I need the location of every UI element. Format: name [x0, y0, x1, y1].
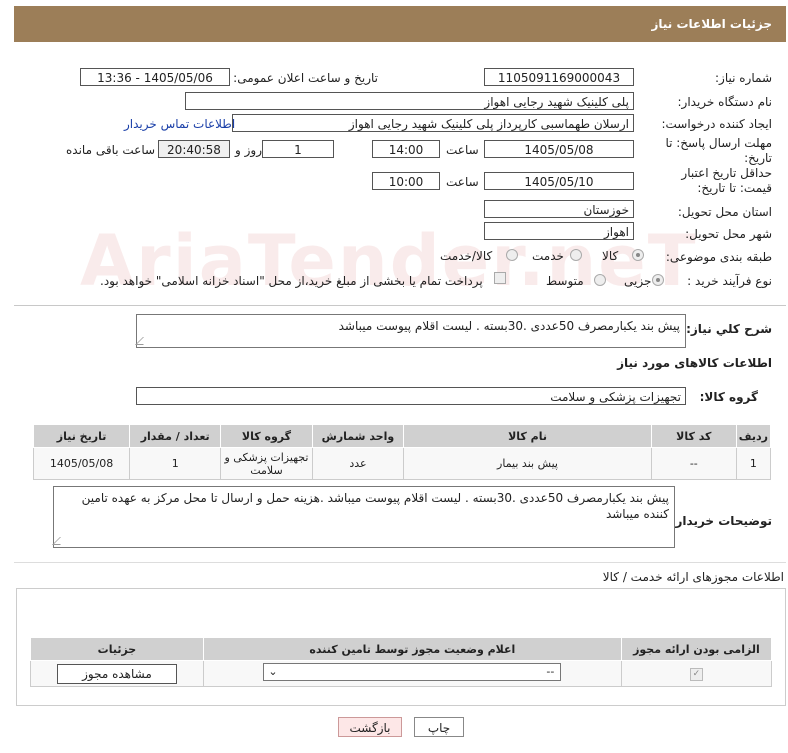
category-service-label: خدمت — [532, 249, 564, 263]
items-table: ردیف کد کالا نام کالا واحد شمارش گروه کا… — [32, 424, 772, 480]
reply-time-label: ساعت — [446, 143, 479, 157]
goods-info-title: اطلاعات کالاهای مورد نیاز — [617, 356, 772, 370]
permit-details-cell: مشاهده مجوز — [30, 660, 204, 687]
buyer-org-label: نام دستگاه خریدار: — [677, 95, 773, 109]
summary-text: پیش بند یکبارمصرف 50عددی .30بسته . لیست … — [338, 319, 680, 333]
permits-table: الزامی بودن ارائه مجوز اعلام وضعیت مجوز … — [30, 637, 773, 687]
reply-deadline-label: مهلت ارسال پاسخ: تا تاریخ: — [665, 136, 772, 165]
permit-status-select[interactable]: ⌄ -- — [263, 663, 562, 681]
category-goods-label: کالا — [602, 249, 619, 263]
validity-time-label: ساعت — [446, 175, 479, 189]
process-minor-label: جزیی — [624, 274, 652, 288]
reply-time-field: 14:00 — [372, 140, 440, 158]
process-medium-label: متوسط — [546, 274, 584, 288]
goods-group-label: گروه کالا: — [699, 390, 758, 404]
cell-code: -- — [650, 447, 737, 480]
city-label: شهر محل تحویل: — [685, 227, 772, 241]
validity-label: حداقل تاریخ اعتبار قیمت: تا تاریخ: — [681, 166, 772, 195]
resize-handle[interactable] — [135, 337, 151, 345]
summary-label: شرح کلي نياز: — [686, 322, 772, 336]
remaining-label: ساعت باقی مانده — [66, 143, 156, 157]
cell-row: 1 — [735, 447, 772, 480]
col-unit: واحد شمارش — [311, 424, 405, 448]
page-header: جزئیات اطلاعات نیاز — [14, 6, 786, 42]
process-minor-radio[interactable] — [652, 274, 664, 286]
col-qty: تعداد / مقدار — [129, 424, 222, 448]
treasury-payment-label: پرداخت تمام یا بخشی از مبلغ خرید،از محل … — [100, 274, 483, 288]
announce-datetime-field: 1405/05/06 - 13:36 — [80, 68, 230, 86]
buyer-notes-textarea: پیش بند یکبارمصرف 50عددی .30بسته . لیست … — [52, 486, 675, 548]
cell-unit: عدد — [311, 447, 405, 480]
col-date: تاریخ نیاز — [32, 424, 131, 448]
validity-time-field: 10:00 — [372, 172, 440, 190]
cell-name: پیش بند بیمار — [403, 447, 652, 480]
cell-date: 1405/05/08 — [32, 447, 131, 480]
buyer-org-field: پلی کلینیک شهید رجایی اهواز — [185, 92, 634, 110]
province-field: خوزستان — [484, 200, 634, 218]
view-permit-button[interactable]: مشاهده مجوز — [56, 663, 177, 684]
table-row: ✓ ⌄ -- مشاهده مجوز — [30, 660, 773, 687]
permit-status-value: -- — [546, 665, 555, 678]
table-row: 1 -- پیش بند بیمار عدد تجهیزات پزشکی و س… — [32, 447, 772, 480]
back-button[interactable]: بازگشت — [338, 717, 402, 737]
category-goods-service-radio[interactable] — [506, 249, 518, 261]
resize-handle[interactable] — [52, 537, 68, 545]
chevron-down-icon: ⌄ — [268, 665, 278, 678]
goods-group-field: تجهیزات پزشکی و سلامت — [136, 387, 686, 405]
treasury-payment-checkbox[interactable] — [494, 272, 506, 284]
col-permit-required: الزامی بودن ارائه مجوز — [620, 637, 773, 661]
col-group: گروه کالا — [220, 424, 313, 448]
col-permit-status: اعلام وضعیت مجوز توسط تامین کننده — [202, 637, 622, 661]
process-label: نوع فرآیند خرید : — [687, 274, 772, 288]
days-label: روز و — [235, 143, 262, 157]
need-number-field: 1105091169000043 — [484, 68, 634, 86]
need-number-label: شماره نیاز: — [715, 71, 772, 85]
print-button[interactable]: چاپ — [414, 717, 464, 737]
permits-title: اطلاعات مجوزهای ارائه خدمت / کالا — [602, 570, 784, 584]
creator-field: ارسلان طهماسبی کارپرداز پلی کلینیک شهید … — [232, 114, 634, 132]
col-code: کد کالا — [650, 424, 737, 448]
permit-required-cell: ✓ — [620, 660, 773, 687]
buyer-notes-text: پیش بند یکبارمصرف 50عددی .30بسته . لیست … — [81, 491, 669, 521]
province-label: استان محل تحویل: — [677, 205, 772, 219]
category-service-radio[interactable] — [570, 249, 582, 261]
summary-textarea: پیش بند یکبارمصرف 50عددی .30بسته . لیست … — [135, 314, 686, 348]
validity-date-field: 1405/05/10 — [484, 172, 634, 190]
category-label: طبقه بندی موضوعی: — [665, 250, 772, 264]
divider — [14, 562, 786, 563]
city-field: اهواز — [484, 222, 634, 240]
cell-group: تجهیزات پزشکی و سلامت — [220, 447, 313, 480]
process-medium-radio[interactable] — [594, 274, 606, 286]
permit-required-checkbox: ✓ — [689, 668, 703, 681]
announce-label: تاریخ و ساعت اعلان عمومی: — [233, 71, 378, 85]
creator-label: ایجاد کننده درخواست: — [661, 117, 772, 131]
category-goods-service-label: کالا/خدمت — [440, 249, 493, 263]
buyer-notes-label: توضیحات خریدار: — [670, 514, 772, 528]
category-goods-radio[interactable] — [632, 249, 644, 261]
permit-status-cell: ⌄ -- — [202, 660, 622, 687]
days-field: 1 — [262, 140, 334, 158]
divider — [14, 305, 786, 306]
col-name: نام کالا — [403, 424, 652, 448]
remaining-time-field: 20:40:58 — [158, 140, 230, 158]
cell-qty: 1 — [129, 447, 222, 480]
reply-date-field: 1405/05/08 — [484, 140, 634, 158]
col-row: ردیف — [735, 424, 772, 448]
col-permit-details: جزئیات — [30, 637, 204, 661]
contact-info-link[interactable]: اطلاعات تماس خریدار — [124, 117, 235, 131]
